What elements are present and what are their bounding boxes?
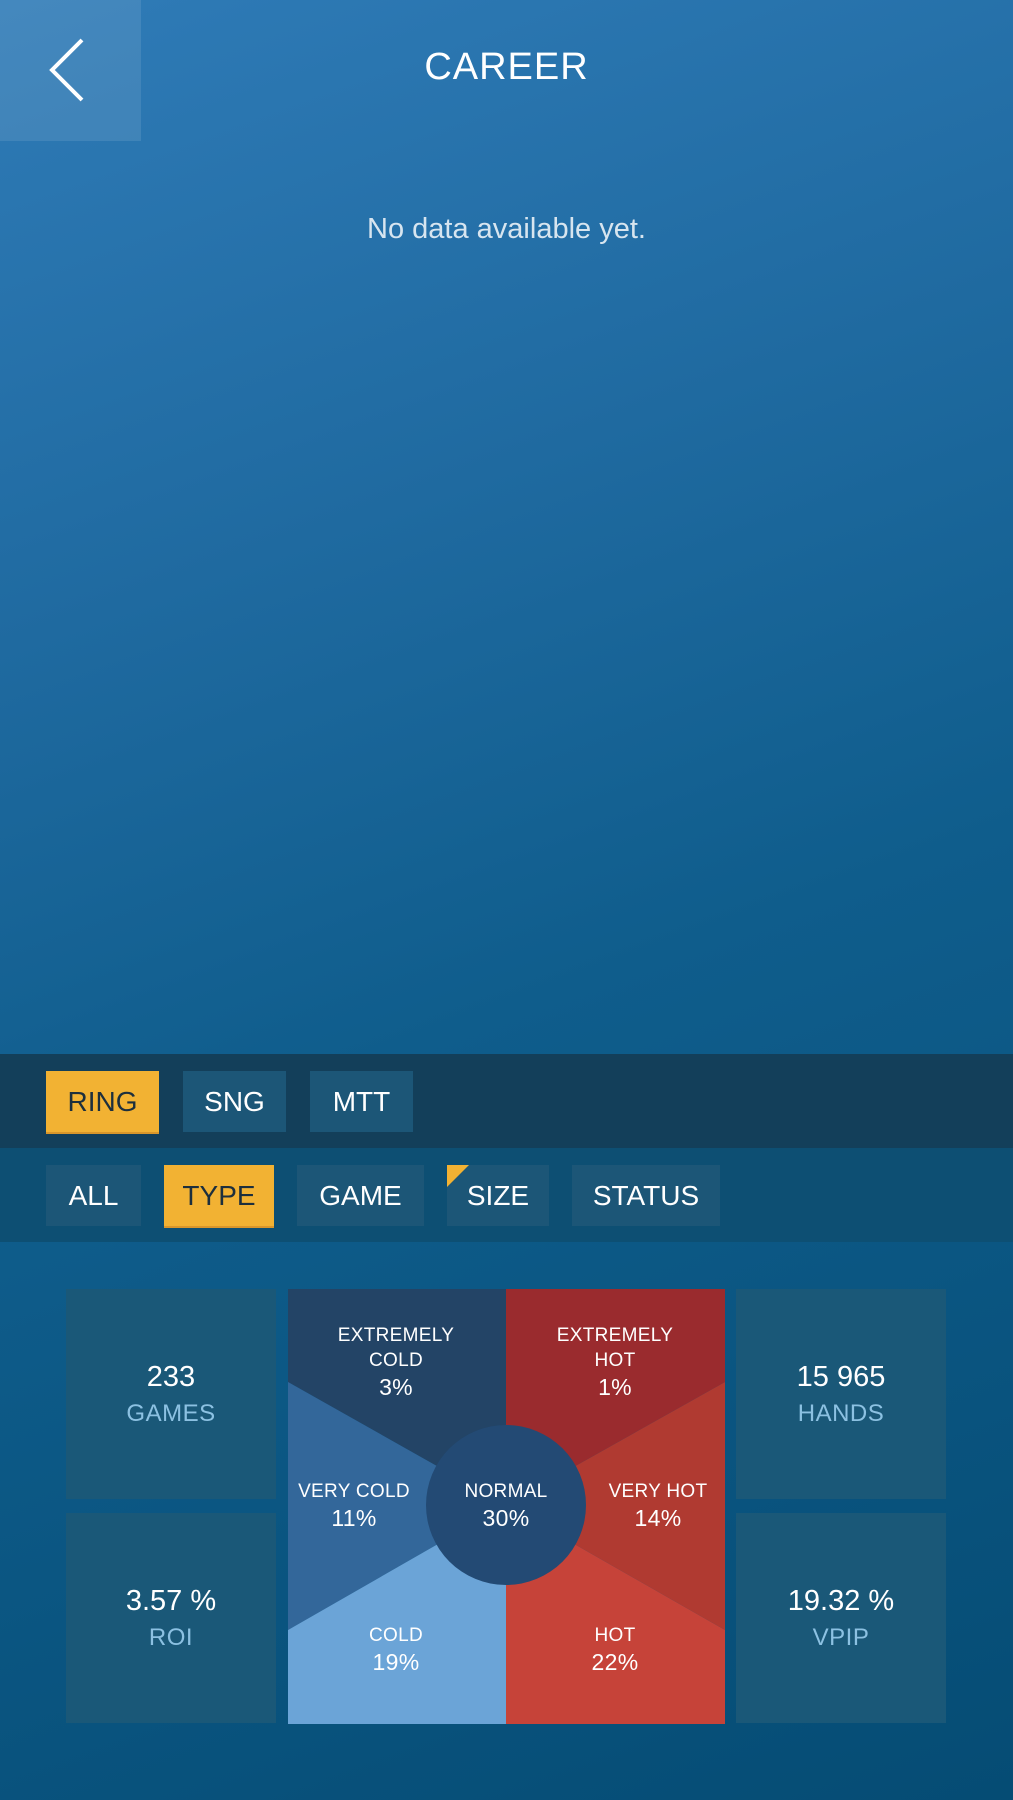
roi-label: ROI	[148, 1623, 194, 1651]
tab-sng[interactable]: SNG	[183, 1071, 286, 1132]
game-type-tabs: RING SNG MTT	[0, 1054, 1013, 1148]
hands-label: HANDS	[797, 1399, 885, 1427]
stat-hands: 15 965 HANDS	[736, 1289, 946, 1499]
filter-all[interactable]: ALL	[46, 1165, 141, 1226]
filter-marker-icon	[447, 1165, 469, 1187]
tab-mtt[interactable]: MTT	[310, 1071, 413, 1132]
hands-value: 15 965	[796, 1360, 886, 1393]
label-extremely-hot: EXTREMELY HOT 1%	[556, 1325, 674, 1400]
label-very-hot: VERY HOT 14%	[608, 1481, 708, 1531]
filter-size-label: SIZE	[466, 1179, 530, 1211]
tab-ring[interactable]: RING	[46, 1071, 159, 1134]
games-label: GAMES	[126, 1399, 216, 1427]
filter-game[interactable]: GAME	[297, 1165, 424, 1226]
label-cold: COLD 19%	[369, 1625, 423, 1675]
roi-value: 3.57 %	[125, 1584, 217, 1617]
filter-status[interactable]: STATUS	[572, 1165, 720, 1226]
empty-state-message: No data available yet.	[367, 213, 646, 245]
filter-size[interactable]: SIZE	[447, 1165, 549, 1226]
vpip-label: VPIP	[812, 1623, 870, 1651]
filter-tabs: ALL TYPE GAME SIZE STATUS	[0, 1148, 1013, 1242]
vpip-value: 19.32 %	[787, 1584, 895, 1617]
stat-roi: 3.57 % ROI	[66, 1513, 276, 1723]
header: CAREER	[0, 0, 1013, 141]
label-very-cold: VERY COLD 11%	[298, 1481, 410, 1531]
stat-vpip: 19.32 % VPIP	[736, 1513, 946, 1723]
page-title: CAREER	[424, 46, 589, 88]
label-extremely-cold: EXTREMELY COLD 3%	[337, 1325, 455, 1400]
label-normal: NORMAL 30%	[464, 1481, 548, 1531]
stat-games: 233 GAMES	[66, 1289, 276, 1499]
filter-type[interactable]: TYPE	[164, 1165, 274, 1228]
label-hot: HOT 22%	[591, 1625, 639, 1675]
games-value: 233	[146, 1360, 196, 1393]
